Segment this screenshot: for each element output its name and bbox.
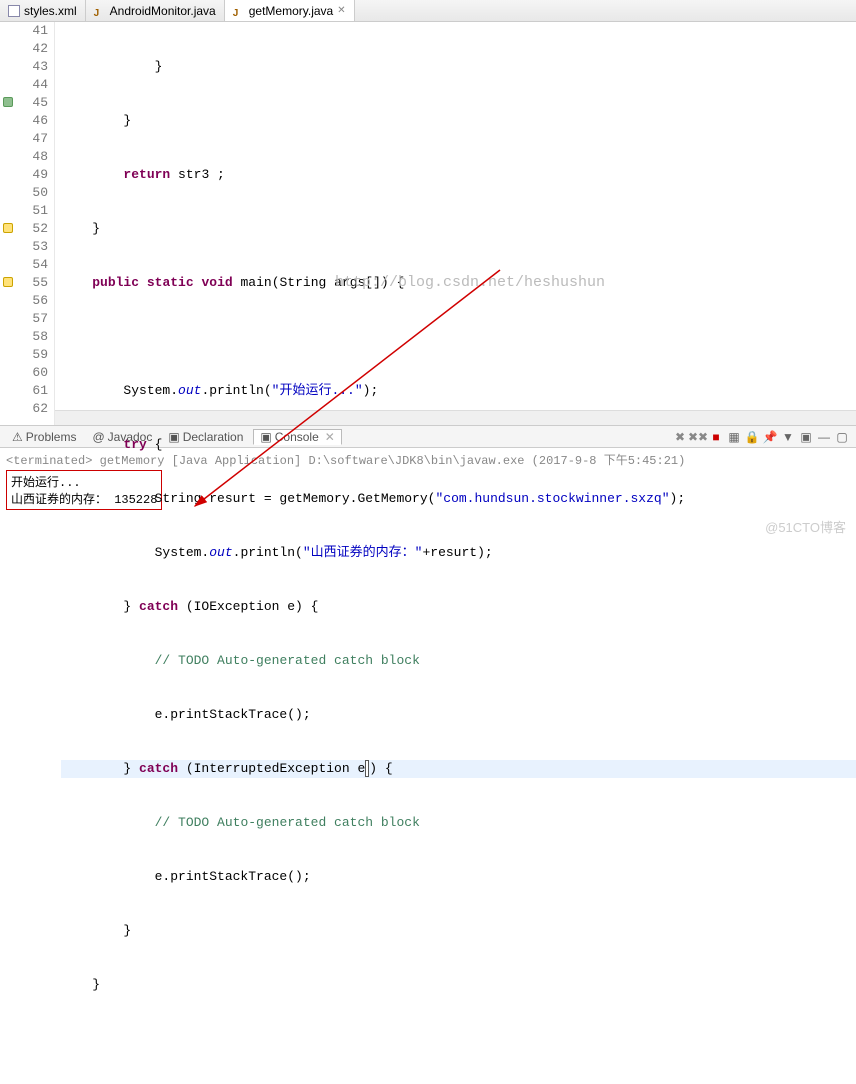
close-icon[interactable]: ✕ xyxy=(337,5,345,16)
line-number: 52 xyxy=(0,220,48,238)
java-icon xyxy=(94,5,106,17)
code-line: return str3 ; xyxy=(61,166,856,184)
code-line: String resurt = getMemory.GetMemory("com… xyxy=(61,490,856,508)
line-number: 62 xyxy=(0,400,48,418)
line-number: 61 xyxy=(0,382,48,400)
line-number: 44 xyxy=(0,76,48,94)
line-number: 58 xyxy=(0,328,48,346)
line-number: 53 xyxy=(0,238,48,256)
line-number: 42 xyxy=(0,40,48,58)
line-number: 43 xyxy=(0,58,48,76)
code-line-active: } catch (InterruptedException e) { xyxy=(61,760,856,778)
code-line xyxy=(61,1030,856,1048)
code-line: e.printStackTrace(); xyxy=(61,706,856,724)
line-number: 55 xyxy=(0,274,48,292)
code-line: System.out.println("山西证券的内存："+resurt); xyxy=(61,544,856,562)
line-number: 45 xyxy=(0,94,48,112)
code-line: // TODO Auto-generated catch block xyxy=(61,814,856,832)
java-icon xyxy=(233,5,245,17)
warning-icon[interactable] xyxy=(3,223,13,233)
code-line: } catch (IOException e) { xyxy=(61,598,856,616)
footer-watermark: @51CTO博客 xyxy=(765,517,846,536)
line-number: 57 xyxy=(0,310,48,328)
line-number: 46 xyxy=(0,112,48,130)
code-line: } xyxy=(61,220,856,238)
line-number: 47 xyxy=(0,130,48,148)
code-area[interactable]: } } return str3 ; } public static void m… xyxy=(55,22,856,425)
line-number: 54 xyxy=(0,256,48,274)
line-number: 49 xyxy=(0,166,48,184)
line-gutter: 41 42 43 44 45 46 47 48 49 50 51 52 53 5… xyxy=(0,22,55,425)
tab-label: styles.xml xyxy=(24,4,77,18)
line-number: 51 xyxy=(0,202,48,220)
code-line: } xyxy=(61,922,856,940)
tab-styles-xml[interactable]: styles.xml xyxy=(0,0,86,21)
code-line: System.out.println("开始运行..."); xyxy=(61,382,856,400)
problems-icon: ⚠ xyxy=(12,430,23,444)
code-line xyxy=(61,328,856,346)
code-line: } xyxy=(61,976,856,994)
tab-label: getMemory.java xyxy=(249,4,333,18)
code-editor[interactable]: 41 42 43 44 45 46 47 48 49 50 51 52 53 5… xyxy=(0,22,856,425)
code-line: } xyxy=(61,58,856,76)
line-number: 56 xyxy=(0,292,48,310)
tab-get-memory[interactable]: getMemory.java ✕ xyxy=(225,0,355,21)
tab-label: AndroidMonitor.java xyxy=(110,4,216,18)
line-number: 60 xyxy=(0,364,48,382)
editor-tabs: styles.xml AndroidMonitor.java getMemory… xyxy=(0,0,856,22)
line-number: 50 xyxy=(0,184,48,202)
code-line: public static void main(String args[]) { xyxy=(61,274,856,292)
fold-icon[interactable] xyxy=(3,97,13,107)
code-line: try { xyxy=(61,436,856,454)
horizontal-scrollbar[interactable] xyxy=(55,410,856,425)
code-line: } xyxy=(61,112,856,130)
xml-icon xyxy=(8,5,20,17)
code-line: e.printStackTrace(); xyxy=(61,868,856,886)
code-line: // TODO Auto-generated catch block xyxy=(61,652,856,670)
line-number: 41 xyxy=(0,22,48,40)
line-number: 48 xyxy=(0,148,48,166)
warning-icon[interactable] xyxy=(3,277,13,287)
line-number: 59 xyxy=(0,346,48,364)
tab-android-monitor[interactable]: AndroidMonitor.java xyxy=(86,0,225,21)
